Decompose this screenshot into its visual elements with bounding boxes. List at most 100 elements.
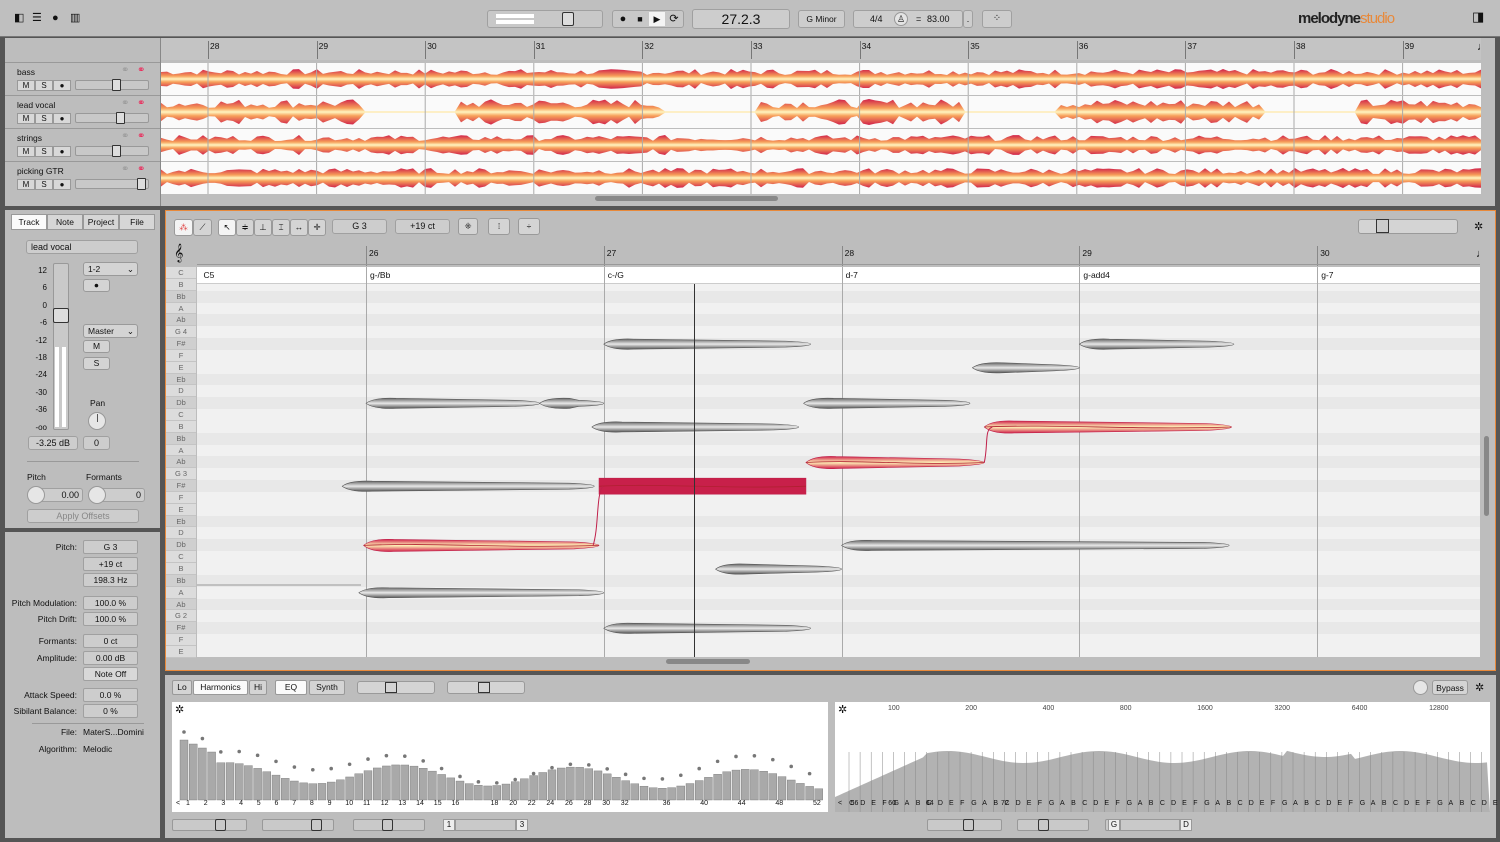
track-record-button[interactable]: ● — [53, 80, 71, 91]
editor-ruler[interactable]: 26 27 28 29 30 — [197, 244, 1480, 266]
harmonic-label[interactable]: 6 — [275, 800, 279, 807]
eq-note-label[interactable]: G — [1282, 800, 1287, 807]
harmonic-label[interactable]: 12 — [381, 800, 389, 807]
eq-note-label[interactable]: A — [982, 800, 987, 807]
volume-fader[interactable] — [53, 263, 69, 430]
apply-offsets-button[interactable]: Apply Offsets — [27, 509, 139, 523]
track-volume-slider[interactable] — [75, 145, 149, 157]
note-blob[interactable] — [971, 362, 1080, 374]
inspector-toggle-icon[interactable]: ◧ — [14, 11, 24, 25]
sound-settings-icon[interactable]: ✲ — [1475, 681, 1484, 695]
arrange-ruler[interactable]: 28 29 30 31 32 33 34 35 36 37 38 39 — [161, 38, 1481, 60]
record-arm-button[interactable]: ● — [83, 279, 110, 292]
harmonic-bar[interactable] — [189, 743, 198, 801]
eq-note-label[interactable]: D — [1171, 800, 1176, 807]
macro-tool-icon[interactable]: ⟋ — [193, 219, 212, 236]
eq-note-label[interactable]: F — [1193, 800, 1197, 807]
scale-snap-icon[interactable]: ÷ — [518, 218, 540, 235]
editor-scrollbar[interactable] — [666, 659, 750, 664]
harmonic-bar[interactable] — [428, 770, 437, 801]
harmonic-bar[interactable] — [777, 776, 787, 801]
track-mute-button[interactable]: M — [17, 80, 35, 91]
eq-note-label[interactable]: C — [1082, 800, 1087, 807]
harmonic-bar[interactable] — [731, 769, 741, 801]
harmonic-label[interactable]: 9 — [328, 800, 332, 807]
harmonic-bar[interactable] — [805, 786, 814, 801]
harmonic-label[interactable]: 11 — [363, 800, 370, 807]
sound-parameter-slider[interactable] — [262, 819, 334, 831]
eq-note-label[interactable]: A — [1215, 800, 1220, 807]
harmonic-bar[interactable] — [317, 783, 327, 801]
sound-parameter-slider[interactable] — [927, 819, 1002, 831]
harmonic-bar[interactable] — [262, 771, 272, 801]
eq-note-label[interactable]: D — [1016, 800, 1021, 807]
sound-tab-eq[interactable]: EQ — [275, 680, 307, 695]
harmonic-bar[interactable] — [566, 766, 575, 801]
eq-graph[interactable]: ✲ 100 200 400 800 1600 3200 6400 12800 — [835, 702, 1490, 812]
harmonic-label[interactable]: 28 — [584, 800, 592, 807]
track-solo-button[interactable]: S — [35, 146, 53, 157]
volume-value[interactable]: -3.25 dB — [28, 436, 78, 450]
eq-note-label[interactable]: D — [1249, 800, 1254, 807]
eq-note-label[interactable]: E — [949, 800, 954, 807]
eq-note-label[interactable]: D — [1326, 800, 1331, 807]
harmonic-bar[interactable] — [437, 774, 446, 801]
harmonic-bar[interactable] — [529, 775, 538, 801]
eq-note-label[interactable]: B — [1460, 800, 1465, 807]
track-solo-button[interactable]: S — [35, 80, 53, 91]
eq-note-label[interactable]: B — [1071, 800, 1076, 807]
eq-note-label[interactable]: E — [1493, 800, 1498, 807]
note-blob[interactable] — [1078, 338, 1235, 350]
note-range-slider[interactable] — [1120, 819, 1180, 831]
harmonic-bar[interactable] — [308, 783, 318, 801]
harmonic-label[interactable]: 20 — [509, 800, 517, 807]
eq-note-label[interactable]: A — [1060, 800, 1065, 807]
harmonic-bar[interactable] — [235, 763, 244, 801]
pitch-offset-knob[interactable] — [27, 486, 45, 504]
track-waveform[interactable] — [161, 129, 1481, 161]
eq-note-label[interactable]: B — [1149, 800, 1154, 807]
edit-track-icon[interactable]: ⚭ — [137, 131, 145, 142]
harmonic-bar[interactable] — [722, 771, 731, 801]
harmonic-bar[interactable] — [345, 776, 354, 801]
harmonic-bar[interactable] — [179, 739, 189, 801]
harmonic-bar[interactable] — [787, 779, 796, 801]
harmonic-label[interactable]: 3 — [221, 800, 225, 807]
note-param-value[interactable]: 0 ct — [83, 634, 138, 648]
harmonic-bar[interactable] — [253, 768, 262, 801]
note-param-value[interactable]: 0.0 % — [83, 688, 138, 702]
sound-tab-synth[interactable]: Synth — [309, 680, 345, 695]
eq-note-label[interactable]: F — [1038, 800, 1042, 807]
eq-note-label[interactable]: D — [1093, 800, 1098, 807]
track-header[interactable]: bass ⚭ ⚭ M S ● — [5, 62, 160, 95]
harmonic-label[interactable]: 2 — [204, 800, 208, 807]
eq-note-label[interactable]: G — [1049, 800, 1054, 807]
inspector-tab-track[interactable]: Track — [11, 214, 47, 230]
track-solo-button[interactable]: S — [35, 179, 53, 190]
sound-parameter-slider[interactable] — [1017, 819, 1089, 831]
range-endpoint[interactable]: 1 — [443, 819, 455, 831]
harmonic-bar[interactable] — [667, 787, 676, 801]
eq-note-label[interactable]: E — [1260, 800, 1265, 807]
harmonic-label[interactable]: 13 — [398, 800, 406, 807]
harmonic-bar[interactable] — [685, 783, 695, 801]
note-param-value[interactable]: 0 % — [83, 704, 138, 718]
note-blob[interactable] — [591, 421, 800, 433]
blob-view-icon[interactable]: ⚭ — [121, 65, 129, 76]
note-snap-icon[interactable]: ♩ — [1477, 40, 1488, 54]
note-blob[interactable] — [341, 480, 595, 492]
eq-note-label[interactable]: B — [993, 800, 998, 807]
tempo-detect-icon[interactable]: ⁘ — [982, 10, 1012, 28]
harmonic-bar[interactable] — [418, 768, 428, 801]
mute-button[interactable]: M — [83, 340, 110, 353]
harmonic-bar[interactable] — [216, 762, 225, 801]
inspector-tab-project[interactable]: Project — [83, 214, 119, 230]
time-tool-icon[interactable]: ↔ — [290, 219, 308, 236]
pitch-field[interactable]: G 3 — [332, 219, 387, 234]
harmonic-bar[interactable] — [750, 769, 759, 801]
pitch-grid[interactable]: C B Bb A Ab G 4 F# F E Eb D Db C B Bb A Ab G 3 F# F E Eb D Db C B… — [166, 267, 1482, 658]
harmonic-bar[interactable] — [409, 765, 419, 801]
track-mute-button[interactable]: M — [17, 179, 35, 190]
harmonic-bar[interactable] — [639, 785, 649, 801]
eq-note-label[interactable]: G — [1127, 800, 1132, 807]
